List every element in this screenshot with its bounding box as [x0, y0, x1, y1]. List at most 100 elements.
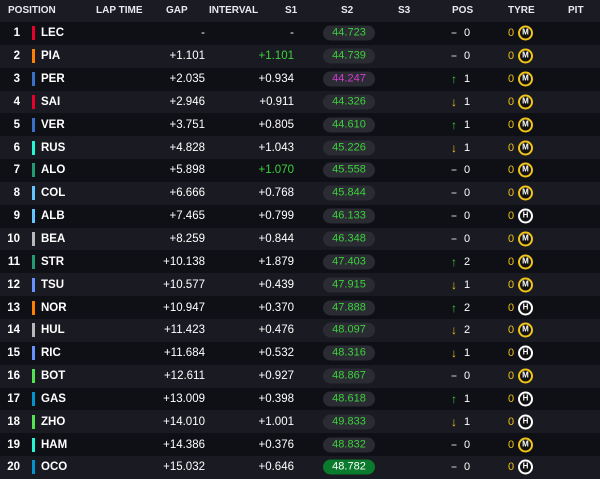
interval-value: +1.879	[258, 255, 295, 268]
tyre-stint-count: 0	[508, 415, 515, 428]
team-color-bar	[32, 254, 35, 269]
interval-value: +0.927	[258, 370, 295, 383]
table-row[interactable]: 6 RUS +4.828 +1.043 45.226 ↓ 1 0 M	[0, 136, 600, 160]
tyre-stint-count: 0	[508, 438, 515, 451]
position-change-icon: –	[451, 370, 457, 382]
position-change-icon: –	[451, 164, 457, 176]
tyre-compound-icon: M	[518, 322, 533, 338]
sector-2-time-badge: 48.832	[323, 437, 375, 453]
table-row[interactable]: 13 NOR +10.947 +0.370 47.888 ↑ 2 0 H	[0, 296, 600, 319]
driver-code: HUL	[41, 324, 65, 337]
position-change-value: 1	[464, 73, 471, 86]
table-row[interactable]: 14 HUL +11.423 +0.476 48.097 ↓ 2 0 M	[0, 318, 600, 342]
gap-value: +10.947	[163, 301, 205, 314]
table-row[interactable]: 20 OCO +15.032 +0.646 48.782 – 0 0 H	[0, 456, 600, 479]
tyre-stint-count: 0	[508, 233, 515, 246]
tyre-stint-count: 0	[508, 95, 515, 108]
header-s3[interactable]: S3	[398, 5, 410, 16]
position-change-value: 0	[464, 187, 471, 200]
tyre-stint-count: 0	[508, 118, 515, 131]
interval-value: +0.844	[258, 233, 295, 246]
gap-value: +14.010	[163, 415, 205, 428]
gap-value: +8.259	[169, 233, 206, 246]
table-row[interactable]: 10 BEA +8.259 +0.844 46.348 – 0 0 M	[0, 227, 600, 251]
header-interval[interactable]: INTERVAL	[209, 5, 258, 16]
driver-code: HAM	[41, 438, 68, 451]
position-number: 10	[7, 233, 20, 246]
position-change-value: 1	[464, 118, 471, 131]
tyre-stint-count: 0	[508, 27, 515, 40]
tyre-stint-count: 0	[508, 50, 515, 63]
table-row[interactable]: 17 GAS +13.009 +0.398 48.618 ↑ 1 0 H	[0, 388, 600, 411]
tyre-compound-icon: H	[518, 459, 533, 475]
position-change-value: 0	[464, 370, 471, 383]
driver-code: TSU	[41, 278, 64, 291]
interval-value: +0.768	[258, 187, 295, 200]
position-number: 4	[13, 95, 20, 108]
table-row[interactable]: 9 ALB +7.465 +0.799 46.133 – 0 0 H	[0, 205, 600, 228]
team-color-bar	[32, 391, 35, 406]
team-color-bar	[32, 323, 35, 338]
gap-value: +2.035	[169, 73, 206, 86]
header-position[interactable]: POSITION	[8, 5, 56, 16]
team-color-bar	[32, 346, 35, 361]
interval-value: +0.805	[258, 118, 295, 131]
header-gap[interactable]: GAP	[166, 5, 188, 16]
interval-value: +0.376	[258, 438, 295, 451]
table-row[interactable]: 3 PER +2.035 +0.934 44.247 ↑ 1 0 M	[0, 68, 600, 91]
position-number: 20	[7, 461, 20, 474]
table-row[interactable]: 15 RIC +11.684 +0.532 48.316 ↓ 1 0 H	[0, 342, 600, 365]
tyre-stint-count: 0	[508, 324, 515, 337]
tyre-stint-count: 0	[508, 141, 515, 154]
position-change-value: 0	[464, 164, 471, 177]
position-number: 9	[13, 210, 20, 223]
driver-code: ALO	[41, 164, 66, 177]
table-row[interactable]: 7 ALO +5.898 +1.070 45.558 – 0 0 M	[0, 159, 600, 182]
sector-2-time-badge: 48.316	[323, 345, 375, 361]
sector-2-time-badge: 44.326	[323, 94, 375, 110]
sector-2-time-badge: 46.348	[323, 231, 375, 247]
driver-code: ALB	[41, 210, 65, 223]
position-number: 12	[7, 278, 20, 291]
position-change-value: 1	[464, 141, 471, 154]
position-change-icon: –	[451, 27, 457, 39]
header-pos[interactable]: POS	[452, 5, 473, 16]
table-row[interactable]: 8 COL +6.666 +0.768 45.844 – 0 0 M	[0, 181, 600, 205]
gap-value: +12.611	[163, 370, 205, 383]
tyre-stint-count: 0	[508, 347, 515, 360]
header-s2[interactable]: S2	[341, 5, 353, 16]
tyre-stint-count: 0	[508, 210, 515, 223]
table-row[interactable]: 4 SAI +2.946 +0.911 44.326 ↓ 1 0 M	[0, 90, 600, 114]
tyre-compound-icon: M	[518, 162, 533, 178]
gap-value: +10.577	[163, 278, 205, 291]
tyre-stint-count: 0	[508, 278, 515, 291]
table-row[interactable]: 1 LEC - - 44.723 – 0 0 M	[0, 22, 600, 45]
table-row[interactable]: 19 HAM +14.386 +0.376 48.832 – 0 0 M	[0, 433, 600, 456]
team-color-bar	[32, 72, 35, 87]
table-row[interactable]: 5 VER +3.751 +0.805 44.610 ↑ 1 0 M	[0, 113, 600, 136]
table-row[interactable]: 2 PIA +1.101 +1.101 44.739 – 0 0 M	[0, 44, 600, 68]
team-color-bar	[32, 232, 35, 247]
position-change-icon: ↑	[451, 254, 457, 269]
table-row[interactable]: 16 BOT +12.611 +0.927 48.867 – 0 0 M	[0, 364, 600, 388]
driver-code: VER	[41, 118, 65, 131]
header-tyre[interactable]: TYRE	[508, 5, 535, 16]
team-color-bar	[32, 163, 35, 178]
table-row[interactable]: 18 ZHO +14.010 +1.001 49.833 ↓ 1 0 H	[0, 410, 600, 434]
header-pit[interactable]: PIT	[568, 5, 584, 16]
sector-2-time-badge: 48.782	[323, 459, 375, 475]
position-change-icon: ↑	[451, 72, 457, 87]
driver-code: ZHO	[41, 415, 66, 428]
sector-2-time-badge: 47.403	[323, 254, 375, 270]
interval-value: +0.799	[258, 210, 295, 223]
header-lap-time[interactable]: LAP TIME	[96, 5, 142, 16]
tyre-stint-count: 0	[508, 187, 515, 200]
table-row[interactable]: 12 TSU +10.577 +0.439 47.915 ↓ 1 0 M	[0, 273, 600, 297]
team-color-bar	[32, 437, 35, 452]
table-row[interactable]: 11 STR +10.138 +1.879 47.403 ↑ 2 0 M	[0, 250, 600, 273]
interval-value: +1.101	[258, 50, 295, 63]
header-s1[interactable]: S1	[285, 5, 297, 16]
sector-2-time-badge: 48.097	[323, 322, 375, 338]
interval-value: +0.439	[258, 278, 295, 291]
position-number: 3	[13, 73, 20, 86]
